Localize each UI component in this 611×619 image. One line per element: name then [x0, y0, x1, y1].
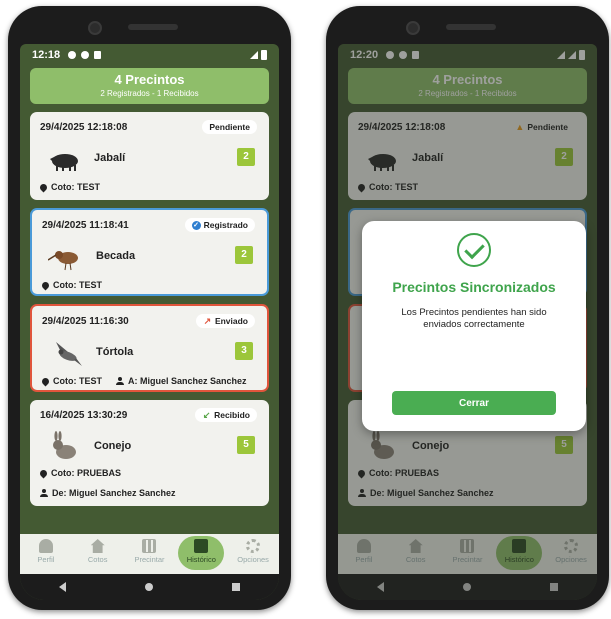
stage: 12:18 4 Precintos 2 Registrados - 1 Reci…	[0, 0, 611, 619]
precinto-card-jabali[interactable]: 29/4/2025 12:18:08 Pendiente Jabalí 2 Co…	[30, 112, 269, 200]
nav-historico[interactable]: Histórico	[175, 534, 227, 574]
coto-label: Coto: TEST	[40, 280, 102, 290]
summary-header: 4 Precintos 2 Registrados - 1 Recibidos	[30, 68, 269, 104]
recents-icon[interactable]	[231, 583, 240, 591]
battery-icon	[261, 50, 267, 60]
summary-subtitle: 2 Registrados - 1 Recibidos	[100, 89, 199, 98]
dialog-title: Precintos Sincronizados	[392, 279, 556, 295]
phone-right: 12:20 4 Precintos 2 Registrados - 1 Reci…	[326, 6, 609, 610]
camera	[88, 21, 102, 35]
dialog-message: Los Precintos pendientes han sido enviad…	[401, 307, 547, 330]
signal-icon	[250, 51, 258, 59]
system-nav	[20, 574, 279, 600]
precinto-card-becada[interactable]: 29/4/2025 11:18:41 ✓ Registrado Becada 2 …	[30, 208, 269, 296]
bottom-nav: Perfil Cotos Precintar Histórico Opcione…	[20, 534, 279, 574]
qr-icon	[142, 539, 157, 553]
coto-label: Coto: PRUEBAS	[38, 468, 121, 478]
recipient-label: A: Miguel Sanchez Sanchez	[128, 376, 247, 386]
species-name: Tórtola	[96, 346, 134, 358]
status-bar: 12:18	[20, 44, 279, 66]
speaker	[446, 24, 496, 30]
sender-label: De: Miguel Sanchez Sanchez	[40, 488, 176, 498]
location-pin-icon	[40, 280, 51, 290]
status-badge: ↙ Recibido	[195, 408, 257, 422]
precinto-card-conejo[interactable]: 16/4/2025 13:30:29 ↙ Recibido Conejo 5 Co…	[30, 400, 269, 506]
screen-left: 12:18 4 Precintos 2 Registrados - 1 Reci…	[20, 44, 279, 600]
card-date: 29/4/2025 12:18:08	[40, 122, 128, 133]
close-button[interactable]: Cerrar	[392, 391, 556, 415]
camera	[406, 21, 420, 35]
person-icon	[40, 489, 48, 497]
arrow-up-right-icon: ↗	[203, 315, 212, 326]
calendar-icon	[194, 539, 209, 553]
woodcock-icon	[48, 251, 78, 271]
dove-icon	[56, 342, 82, 366]
back-icon[interactable]	[59, 582, 67, 592]
sync-dialog: Precintos Sincronizados Los Precintos pe…	[362, 221, 586, 431]
nav-opciones[interactable]: Opciones	[227, 534, 279, 574]
count-badge: 2	[237, 148, 255, 166]
gear-icon	[246, 539, 261, 553]
user-icon	[38, 539, 53, 553]
location-pin-icon	[40, 376, 51, 386]
screen-right: 12:20 4 Precintos 2 Registrados - 1 Reci…	[338, 44, 597, 600]
nav-precintar[interactable]: Precintar	[124, 534, 176, 574]
species-name: Conejo	[94, 440, 132, 452]
sim-icon	[94, 51, 102, 59]
settings-icon	[68, 51, 77, 59]
boar-icon	[50, 154, 78, 171]
coto-label: Coto: TEST	[38, 182, 100, 192]
status-badge: ↗ Enviado	[195, 314, 255, 328]
location-pin-icon	[38, 182, 49, 192]
count-badge: 5	[237, 436, 255, 454]
species-name: Becada	[96, 250, 136, 262]
precinto-card-tortola[interactable]: 29/4/2025 11:16:30 ↗ Enviado Tórtola 3 Co…	[30, 304, 269, 392]
check-circle-icon: ✓	[191, 220, 201, 230]
person-icon	[116, 377, 124, 385]
count-badge: 2	[235, 246, 253, 264]
arrow-down-left-icon: ↙	[202, 409, 211, 420]
nav-perfil[interactable]: Perfil	[20, 534, 72, 574]
speaker	[128, 24, 178, 30]
phone-left: 12:18 4 Precintos 2 Registrados - 1 Reci…	[8, 6, 291, 610]
home-circle-icon[interactable]	[144, 583, 153, 591]
count-badge: 3	[235, 342, 253, 360]
card-date: 16/4/2025 13:30:29	[40, 410, 128, 421]
coto-label: Coto: TEST A: Miguel Sanchez Sanchez	[40, 376, 247, 386]
nav-cotos[interactable]: Cotos	[72, 534, 124, 574]
card-date: 29/4/2025 11:16:30	[42, 316, 129, 327]
home-icon	[90, 539, 105, 553]
species-name: Jabalí	[94, 152, 126, 164]
status-badge: Pendiente	[202, 120, 257, 134]
check-circle-icon	[457, 233, 491, 267]
status-time: 12:18	[32, 49, 61, 61]
status-badge: ✓ Registrado	[184, 218, 255, 232]
card-date: 29/4/2025 11:18:41	[42, 220, 129, 231]
location-pin-icon	[38, 468, 49, 478]
rabbit-icon	[53, 431, 76, 459]
app-icon	[81, 51, 90, 59]
summary-title: 4 Precintos	[114, 72, 185, 87]
